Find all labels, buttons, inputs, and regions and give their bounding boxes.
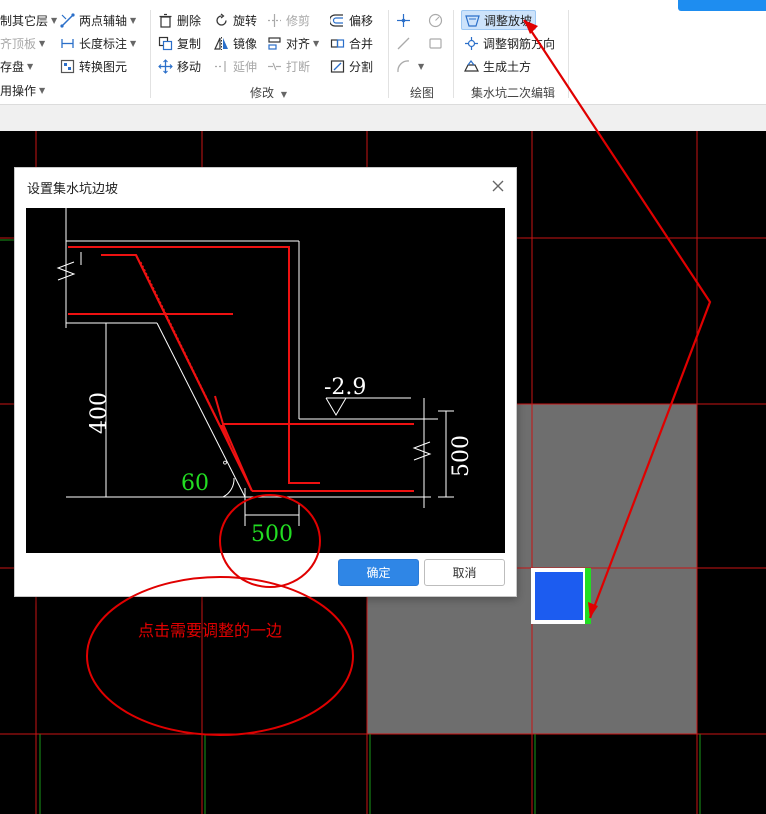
two-point-axis-icon	[60, 12, 75, 28]
save-disk-button[interactable]: 存盘 ▼	[0, 56, 33, 76]
slope-icon	[465, 13, 480, 28]
draw-line-button[interactable]	[396, 33, 415, 53]
merge-icon	[330, 36, 345, 51]
point-icon	[396, 13, 411, 28]
length-dimension-button[interactable]: 长度标注 ▼	[60, 33, 136, 53]
circle-icon	[428, 13, 443, 28]
chevron-down-icon: ▼	[51, 15, 58, 25]
earthwork-icon	[464, 59, 479, 74]
draw-point-button[interactable]	[396, 10, 415, 30]
extend-button[interactable]: 延伸	[214, 56, 257, 76]
ribbon-toolbar: 制其它层 ▼ 齐顶板 ▼ 存盘 ▼ 用操作 ▼ 两点辅轴 ▼ 长度标注 ▼ 转换…	[0, 0, 766, 105]
line-icon	[396, 36, 411, 51]
align-button[interactable]: 对齐 ▼	[267, 33, 319, 53]
split-button[interactable]: 分割	[330, 56, 373, 76]
rotate-button[interactable]: 旋转	[214, 10, 257, 30]
depth-label: 400	[87, 392, 112, 434]
chevron-down-icon: ▼	[313, 38, 320, 48]
group-label-draw: 绘图	[410, 86, 435, 100]
offset-icon	[330, 13, 345, 28]
sump-pit[interactable]	[535, 572, 583, 620]
cancel-button[interactable]: 取消	[424, 559, 505, 586]
dimension-icon	[60, 36, 75, 51]
break-icon	[267, 59, 282, 74]
rebar-direction-icon	[464, 36, 479, 51]
chevron-down-icon: ▼	[130, 38, 137, 48]
extend-icon	[214, 59, 229, 74]
chevron-down-icon: ▼	[130, 15, 137, 25]
slope-angle-label: 60	[181, 471, 209, 496]
merge-button[interactable]: 合并	[330, 33, 373, 53]
copy-icon	[158, 36, 173, 51]
align-icon	[267, 36, 282, 51]
sump-pit-selected-edge[interactable]	[585, 568, 591, 624]
group-separator	[150, 10, 151, 98]
draw-circle-button[interactable]	[428, 10, 447, 30]
break-button[interactable]: 打断	[267, 56, 310, 76]
status-strip	[0, 105, 766, 131]
move-button[interactable]: 移动	[158, 56, 201, 76]
two-point-axis-button[interactable]: 两点辅轴 ▼	[60, 10, 136, 30]
group-separator	[568, 10, 569, 98]
offset-button[interactable]: 偏移	[330, 10, 373, 30]
draw-arc-button[interactable]: ▼	[396, 56, 424, 76]
group-separator	[453, 10, 454, 98]
chevron-down-icon: ▼	[280, 90, 287, 99]
adjust-rebar-direction-button[interactable]: 调整钢筋方向	[464, 33, 555, 53]
dialog-title: 设置集水坑边坡	[27, 182, 119, 197]
group-label-ops[interactable]: 用操作 ▼	[0, 80, 45, 100]
slope-settings-dialog: 设置集水坑边坡 400 -2.9 500 60 ° 500 确定 取消	[14, 167, 517, 597]
generate-earthwork-button[interactable]: 生成土方	[464, 56, 531, 76]
rotate-icon	[214, 13, 229, 28]
move-icon	[158, 58, 173, 74]
annotation-text: 点击需要调整的一边	[138, 621, 283, 640]
copy-button[interactable]: 复制	[158, 33, 201, 53]
trim-button[interactable]: 修剪	[267, 10, 310, 30]
slope-diagram: 400 -2.9 500 60 ° 500	[26, 208, 505, 553]
copy-other-layer-button[interactable]: 制其它层 ▼	[0, 10, 57, 30]
trash-icon	[158, 13, 173, 28]
adjust-slope-highlight: 调整放坡	[461, 10, 537, 30]
confirm-button[interactable]: 确定	[338, 559, 419, 586]
slope-width-label: 500	[251, 522, 293, 547]
diagram-rebar	[68, 246, 414, 492]
group-separator	[388, 10, 389, 98]
window-title-tab	[678, 0, 766, 11]
thickness-label: 500	[449, 435, 474, 477]
close-icon[interactable]	[489, 177, 507, 195]
chevron-down-icon: ▼	[27, 61, 34, 71]
mirror-icon	[214, 36, 229, 51]
degree-mark: °	[222, 459, 228, 473]
trim-icon	[267, 13, 282, 28]
group-label-modify[interactable]: 修改 ▼	[250, 84, 287, 101]
convert-icon	[60, 59, 75, 74]
chevron-down-icon: ▼	[39, 85, 46, 95]
align-top-slab-button[interactable]: 齐顶板 ▼	[0, 33, 45, 53]
rectangle-icon	[428, 36, 443, 51]
mirror-button[interactable]: 镜像	[214, 33, 257, 53]
group-label-sump: 集水坑二次编辑	[471, 86, 556, 100]
adjust-slope-button[interactable]: 调整放坡	[461, 10, 537, 30]
delete-button[interactable]: 删除	[158, 10, 201, 30]
elevation-label: -2.9	[324, 375, 366, 400]
draw-rectangle-button[interactable]	[428, 33, 447, 53]
split-icon	[330, 59, 345, 74]
convert-element-button[interactable]: 转换图元	[60, 56, 127, 76]
arc-icon	[396, 59, 411, 74]
chevron-down-icon: ▼	[418, 61, 425, 71]
chevron-down-icon: ▼	[39, 38, 46, 48]
